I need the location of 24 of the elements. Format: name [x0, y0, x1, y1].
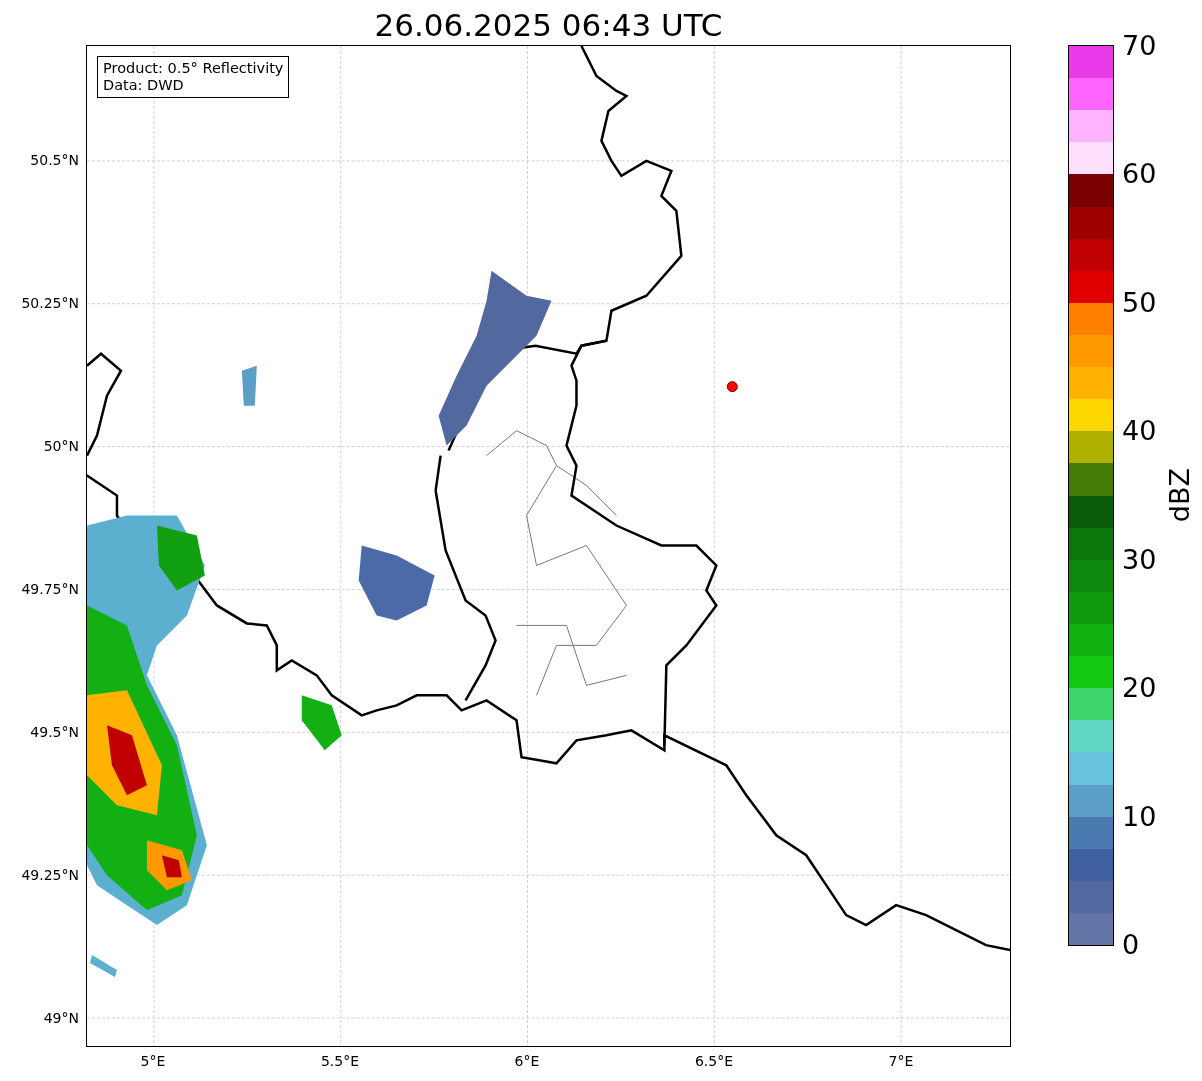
tick-label: 6.5°E — [694, 1053, 734, 1069]
legend-text: Data: DWD — [103, 77, 185, 94]
tick-label: 49.75°N — [21, 581, 79, 597]
tick-label: 0 — [1122, 930, 1140, 960]
tick-label: 50 — [1122, 287, 1157, 318]
tick-label: 49°N — [43, 1010, 79, 1026]
tick-label: 10 — [1122, 801, 1157, 832]
legend-text: Product: 0.5° Reflectivity — [103, 60, 284, 77]
tick-label: 50.25°N — [21, 295, 79, 311]
tick-label: 20 — [1122, 673, 1157, 704]
tick-label: 50°N — [43, 438, 79, 454]
chart-title: 26.06.2025 06:43 UTC — [373, 6, 724, 45]
tick-label: 40 — [1122, 416, 1157, 447]
tick-label: 5.5°E — [320, 1053, 360, 1069]
tick-label: 7°E — [888, 1053, 914, 1069]
tick-label: 60 — [1122, 159, 1157, 190]
tick-label: 50.5°N — [30, 152, 79, 168]
tick-label: 5°E — [140, 1053, 166, 1069]
tick-label: 6°E — [514, 1053, 540, 1069]
tick-label: 30 — [1122, 544, 1157, 575]
axis-label: dBZ — [1164, 468, 1196, 523]
tick-label: 70 — [1122, 31, 1157, 61]
tick-label: 49.25°N — [21, 867, 79, 883]
tick-label: 49.5°N — [30, 724, 79, 740]
